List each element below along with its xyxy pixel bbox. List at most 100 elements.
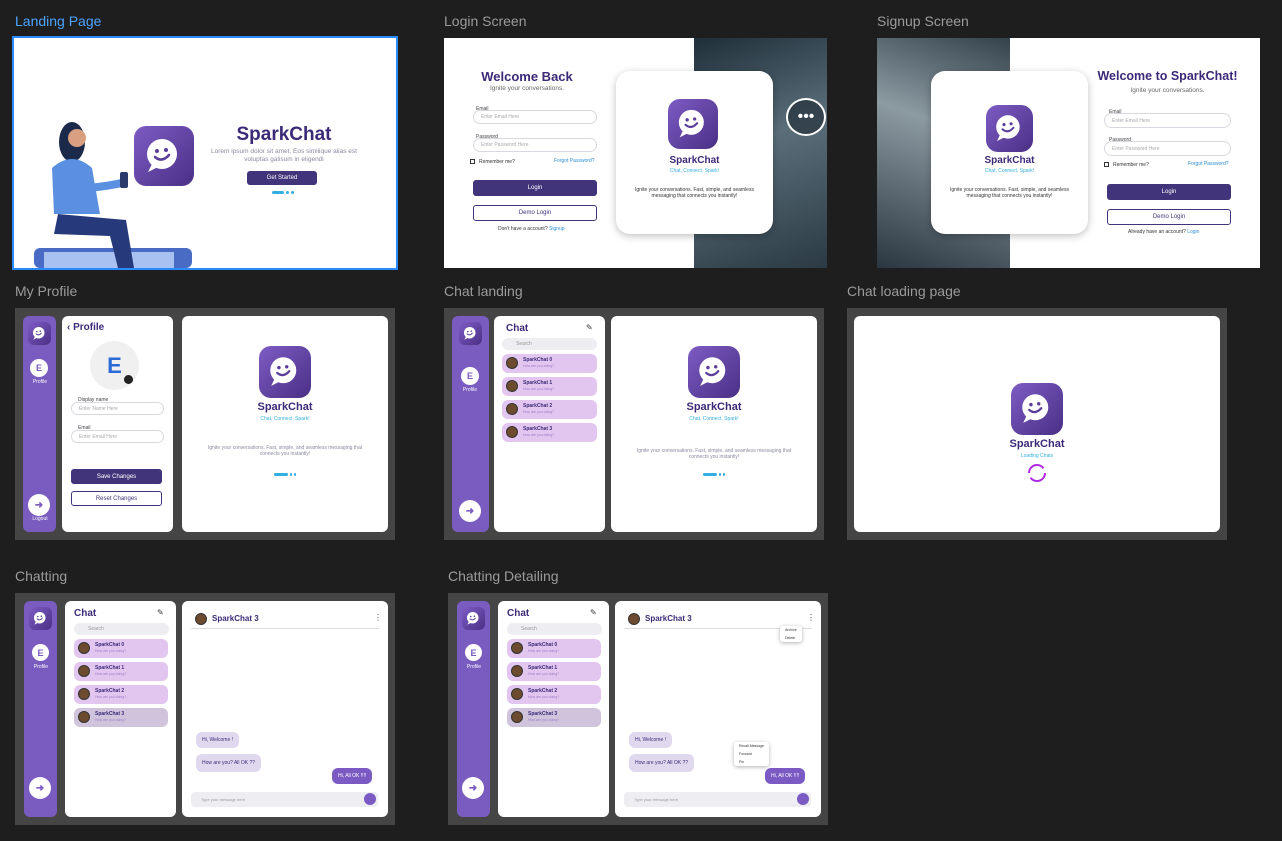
message-bubble[interactable]: Hi, All OK !!!! [332, 768, 373, 784]
login-link[interactable]: Login [1187, 229, 1199, 235]
frame-label-chat-loading[interactable]: Chat loading page [847, 283, 961, 299]
carousel-dots[interactable] [703, 473, 727, 476]
chat-item[interactable]: SparkChat 0 How are you doing? [507, 639, 601, 658]
sidebar-logo[interactable] [28, 322, 51, 345]
compose-icon[interactable]: ✎ [586, 323, 593, 332]
message-bubble[interactable]: How are you? All OK ?? [196, 754, 262, 772]
compose-icon[interactable]: ✎ [590, 608, 597, 617]
chat-item[interactable]: SparkChat 1 How are you doing? [74, 662, 168, 681]
sidebar-avatar[interactable]: E [465, 644, 482, 661]
chat-item[interactable]: SparkChat 1 How are you doing? [502, 377, 597, 396]
frame-label-signup[interactable]: Signup Screen [877, 13, 969, 29]
camera-icon[interactable] [124, 375, 133, 384]
message-bubble[interactable]: Hi, All OK !!!! [765, 768, 806, 784]
chat-item[interactable]: SparkChat 3 How are you doing? [74, 708, 168, 727]
display-name-input[interactable]: Enter Name Here [71, 402, 164, 415]
chat-item-name: SparkChat 3 [523, 426, 553, 432]
message-input[interactable]: Type your message here [191, 792, 378, 807]
frame-label-login[interactable]: Login Screen [444, 13, 527, 29]
pin-option[interactable]: Pin [734, 758, 769, 766]
chat-search-input[interactable]: Search [502, 338, 597, 350]
app-logo [688, 346, 740, 398]
login-button[interactable]: Login [473, 180, 597, 196]
conversation-title: SparkChat 3 [212, 614, 259, 623]
chat-item[interactable]: SparkChat 3 How are you doing? [502, 423, 597, 442]
chat-item-preview: How are you doing? [95, 695, 127, 699]
message-bubble[interactable]: Hi, Welcome ! [196, 732, 240, 748]
card-tagline: Chat, Connect, Spark! [669, 168, 720, 174]
welcome-panel: SparkChat Chat, Connect, Spark! Ignite y… [611, 316, 817, 532]
chat-search-input[interactable]: Search [507, 623, 602, 635]
frame-label-profile[interactable]: My Profile [15, 283, 77, 299]
chat-item[interactable]: SparkChat 0 How are you doing? [74, 639, 168, 658]
chat-item-preview: How are you doing? [95, 672, 127, 676]
remember-checkbox[interactable] [470, 159, 475, 164]
send-icon[interactable] [364, 793, 376, 805]
signup-subtitle: Ignite your conversations. [1130, 87, 1205, 94]
chat-item-name: SparkChat 2 [95, 688, 125, 694]
frame-label-chat-landing[interactable]: Chat landing [444, 283, 523, 299]
frame-label-chatting-detail[interactable]: Chatting Detailing [448, 568, 559, 584]
compose-icon[interactable]: ✎ [157, 608, 164, 617]
chat-item[interactable]: SparkChat 2 How are you doing? [502, 400, 597, 419]
welcome-panel: SparkChat Chat, Connect, Spark! Ignite y… [182, 316, 388, 532]
recall-message-option[interactable]: Recall Message [734, 742, 769, 750]
sidebar-avatar[interactable]: E [461, 367, 479, 385]
demo-login-button[interactable]: Demo Login [1107, 209, 1231, 225]
remember-checkbox[interactable] [1104, 162, 1109, 167]
chat-item[interactable]: SparkChat 2 How are you doing? [74, 685, 168, 704]
forward-option[interactable]: Forward [734, 750, 769, 758]
carousel-dots[interactable] [272, 191, 296, 194]
frame-label-chatting[interactable]: Chatting [15, 568, 67, 584]
get-started-button[interactable]: Get Started [247, 171, 317, 185]
chat-item-preview: How are you doing? [95, 649, 127, 653]
sidebar-avatar[interactable]: E [32, 644, 49, 661]
logout-icon[interactable]: ➜ [459, 500, 481, 522]
delete-option[interactable]: Delete [780, 634, 802, 642]
sidebar-logo[interactable] [459, 322, 482, 345]
profile-back-button[interactable]: ‹ Profile [67, 322, 104, 333]
chat-search-input[interactable]: Search [74, 623, 169, 635]
carousel-dots[interactable] [274, 473, 298, 476]
profile-email-input[interactable]: Enter Email Here [71, 430, 164, 443]
login-button[interactable]: Login [1107, 184, 1231, 200]
email-input[interactable]: Enter Email Here [1104, 113, 1231, 128]
chat-item[interactable]: SparkChat 1 How are you doing? [507, 662, 601, 681]
avatar [506, 426, 518, 438]
sidebar-logo[interactable] [29, 607, 52, 630]
avatar [511, 688, 523, 700]
sidebar-avatar[interactable]: E [30, 359, 48, 377]
forgot-password-link[interactable]: Forgot Password? [554, 158, 595, 164]
demo-login-button[interactable]: Demo Login [473, 205, 597, 221]
login-title: Welcome Back [481, 69, 573, 84]
more-options-icon[interactable]: ⋮ [374, 613, 382, 622]
welcome-brand: SparkChat [257, 401, 313, 413]
save-changes-button[interactable]: Save Changes [71, 469, 162, 484]
logout-icon[interactable]: ➜ [29, 777, 51, 799]
signup-prompt-text: Don't have a account? [498, 226, 548, 232]
send-icon[interactable] [797, 793, 809, 805]
message-input[interactable]: Type your message here [624, 792, 811, 807]
chat-item[interactable]: SparkChat 3 How are you doing? [507, 708, 601, 727]
frame-label-landing[interactable]: Landing Page [15, 13, 101, 29]
chat-item[interactable]: SparkChat 2 How are you doing? [507, 685, 601, 704]
forgot-password-link[interactable]: Forgot Password? [1188, 161, 1229, 167]
more-options-icon[interactable]: ⋮ [807, 613, 815, 622]
logout-icon[interactable]: ➜ [462, 777, 484, 799]
message-bubble[interactable]: Hi, Welcome ! [629, 732, 673, 748]
password-input[interactable]: Enter Password Here [1104, 141, 1231, 156]
chat-item[interactable]: SparkChat 0 How are you doing? [502, 354, 597, 373]
signup-link[interactable]: Signup [549, 226, 565, 232]
welcome-tagline: Chat, Connect, Spark! [260, 416, 310, 422]
reset-changes-button[interactable]: Reset Changes [71, 491, 162, 506]
logout-icon[interactable]: ➜ [28, 494, 50, 516]
archive-option[interactable]: Archive [780, 626, 802, 634]
password-input[interactable]: Enter Password Here [473, 138, 597, 152]
email-input[interactable]: Enter Email Here [473, 110, 597, 124]
app-logo [1011, 383, 1063, 435]
sidebar-logo[interactable] [462, 607, 485, 630]
app-logo [986, 105, 1033, 152]
chat-item-preview: How are you doing? [528, 649, 560, 653]
sidebar-profile-label: Profile [33, 664, 49, 670]
message-bubble[interactable]: How are you? All OK ?? [629, 754, 695, 772]
